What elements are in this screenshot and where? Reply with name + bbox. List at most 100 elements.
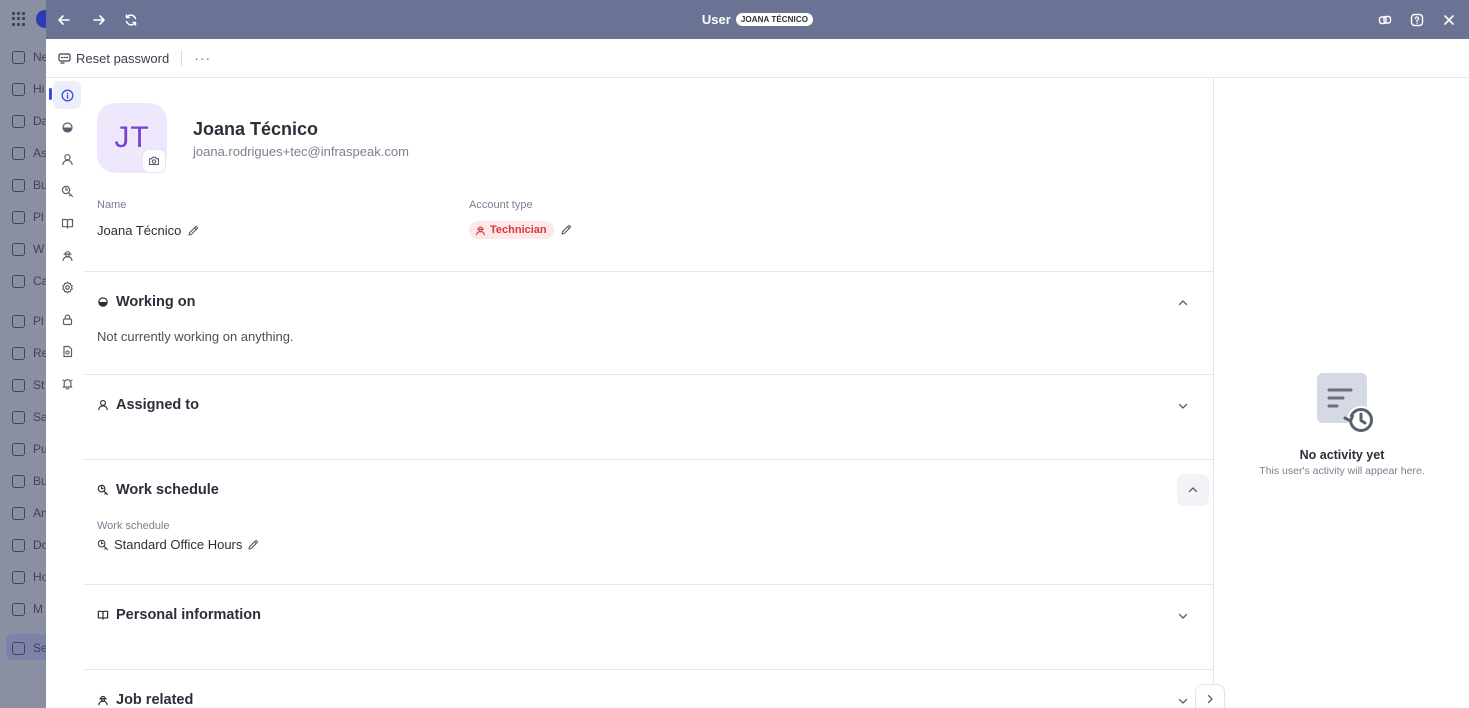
job-related-header[interactable]: Job related (97, 692, 193, 708)
name-field-value: Joana Técnico (97, 223, 182, 238)
expand-assigned-to-button[interactable] (1173, 396, 1193, 416)
close-button[interactable] (1438, 9, 1460, 31)
work-schedule-header[interactable]: Work schedule (97, 482, 219, 498)
expand-job-related-button[interactable] (1173, 691, 1193, 708)
background-nav-item: As (12, 146, 46, 160)
work-schedule-value: Standard Office Hours (114, 537, 243, 552)
nav-item-job-related[interactable] (53, 241, 81, 269)
section-job-related: Job related (84, 669, 1213, 708)
copy-link-button[interactable] (1374, 9, 1396, 31)
no-activity-illustration (1317, 373, 1375, 434)
user-email: joana.rodrigues+tec@infraspeak.com (193, 144, 409, 159)
work-schedule-field: Standard Office Hours (97, 537, 259, 552)
assigned-to-title: Assigned to (116, 397, 199, 413)
more-actions-button[interactable]: ··· (194, 50, 211, 66)
book-icon (61, 218, 73, 229)
half-circle-icon (98, 297, 108, 307)
background-nav-item: M (12, 602, 46, 616)
toolbar-divider (181, 50, 183, 66)
background-nav-item: Da (12, 114, 46, 128)
refresh-button[interactable] (120, 9, 142, 31)
no-activity-subtitle: This user's activity will appear here. (1259, 465, 1425, 477)
user-badge: JOANA TÉCNICO (735, 13, 814, 26)
gear-icon (61, 280, 73, 294)
technician-badge: Technician (469, 221, 554, 239)
reset-password-button[interactable]: Reset password (58, 51, 169, 66)
modal-topbar: User JOANA TÉCNICO (46, 0, 1469, 39)
forward-button[interactable] (88, 9, 110, 31)
background-nav-item: Do (12, 538, 46, 552)
expand-panel-button[interactable] (1195, 684, 1225, 708)
background-nav-item: An (12, 506, 46, 520)
lock-icon (62, 314, 72, 325)
background-nav-item: Hi (12, 82, 46, 96)
collapse-working-on-button[interactable] (1173, 293, 1193, 313)
background-nav-item: Pl (12, 210, 46, 224)
nav-active-indicator (49, 88, 52, 100)
info-icon (61, 89, 73, 101)
edit-schedule-pencil-icon[interactable] (247, 539, 259, 551)
chevron-down-icon (1178, 403, 1188, 409)
edit-account-type-pencil-icon[interactable] (560, 224, 572, 236)
nav-item-personal-information[interactable] (53, 209, 81, 237)
background-nav-item: Ne (12, 50, 46, 64)
section-nav (46, 78, 84, 708)
edit-name-pencil-icon[interactable] (187, 225, 199, 237)
change-photo-button[interactable] (142, 149, 166, 173)
modal-toolbar: Reset password ··· (46, 39, 1469, 78)
reset-password-label: Reset password (76, 50, 170, 66)
nav-item-security[interactable] (53, 305, 81, 333)
bell-icon (61, 378, 73, 390)
nav-item-documents[interactable] (53, 337, 81, 365)
account-type-field: Technician (469, 221, 572, 239)
background-nav-item: Re (12, 346, 46, 360)
section-assigned-to: Assigned to (84, 374, 1213, 459)
nav-item-details[interactable] (53, 81, 81, 109)
user-modal: User JOANA TÉCNICO Reset password ··· JT… (46, 0, 1469, 708)
help-icon (1410, 13, 1424, 27)
name-field: Joana Técnico (97, 223, 199, 238)
background-nav-item: Bu (12, 474, 46, 488)
name-field-label: Name (97, 199, 127, 211)
nav-item-settings[interactable] (53, 273, 81, 301)
user-icon (61, 153, 73, 165)
nav-item-work-schedule[interactable] (53, 177, 81, 205)
camera-icon (148, 156, 160, 166)
user-name-heading: Joana Técnico (193, 119, 319, 139)
technician-badge-label: Technician (490, 224, 547, 236)
background-nav-item: Pu (12, 442, 46, 456)
user-details-content: JT Joana Técnico joana.rodrigues+tec@inf… (84, 78, 1213, 708)
working-on-title: Working on (116, 294, 196, 310)
working-on-empty-text: Not currently working on anything. (97, 329, 294, 344)
background-nav-item: Ca (12, 274, 46, 288)
arrow-left-icon (58, 15, 70, 25)
work-schedule-field-label: Work schedule (97, 520, 170, 532)
nav-item-notifications[interactable] (53, 369, 81, 397)
nav-item-working-on[interactable] (53, 113, 81, 141)
section-working-on: Working on Not currently working on anyt… (84, 271, 1213, 374)
background-nav-item: Pl (12, 314, 46, 328)
document-icon (62, 345, 72, 357)
section-personal-information: Personal information (84, 584, 1213, 669)
collapse-work-schedule-button[interactable] (1177, 474, 1209, 506)
help-button[interactable] (1406, 9, 1428, 31)
personal-information-header[interactable]: Personal information (97, 607, 261, 623)
close-icon (1444, 15, 1454, 25)
work-schedule-title: Work schedule (116, 482, 219, 498)
assigned-to-header[interactable]: Assigned to (97, 397, 199, 413)
schedule-icon (97, 484, 109, 496)
personal-information-title: Personal information (116, 607, 262, 623)
working-on-header[interactable]: Working on (97, 294, 195, 310)
activity-panel: No activity yet This user's activity wil… (1213, 78, 1469, 708)
arrow-right-icon (93, 15, 105, 25)
half-circle-icon (61, 121, 73, 133)
chevron-right-icon (1207, 694, 1213, 704)
nav-item-assigned-to[interactable] (53, 145, 81, 173)
modal-title: User (701, 12, 731, 27)
technician-icon (476, 226, 485, 235)
chevron-up-icon (1178, 300, 1188, 306)
account-type-label: Account type (469, 199, 533, 211)
back-button[interactable] (53, 9, 75, 31)
expand-personal-information-button[interactable] (1173, 606, 1193, 626)
user-icon (98, 399, 108, 411)
